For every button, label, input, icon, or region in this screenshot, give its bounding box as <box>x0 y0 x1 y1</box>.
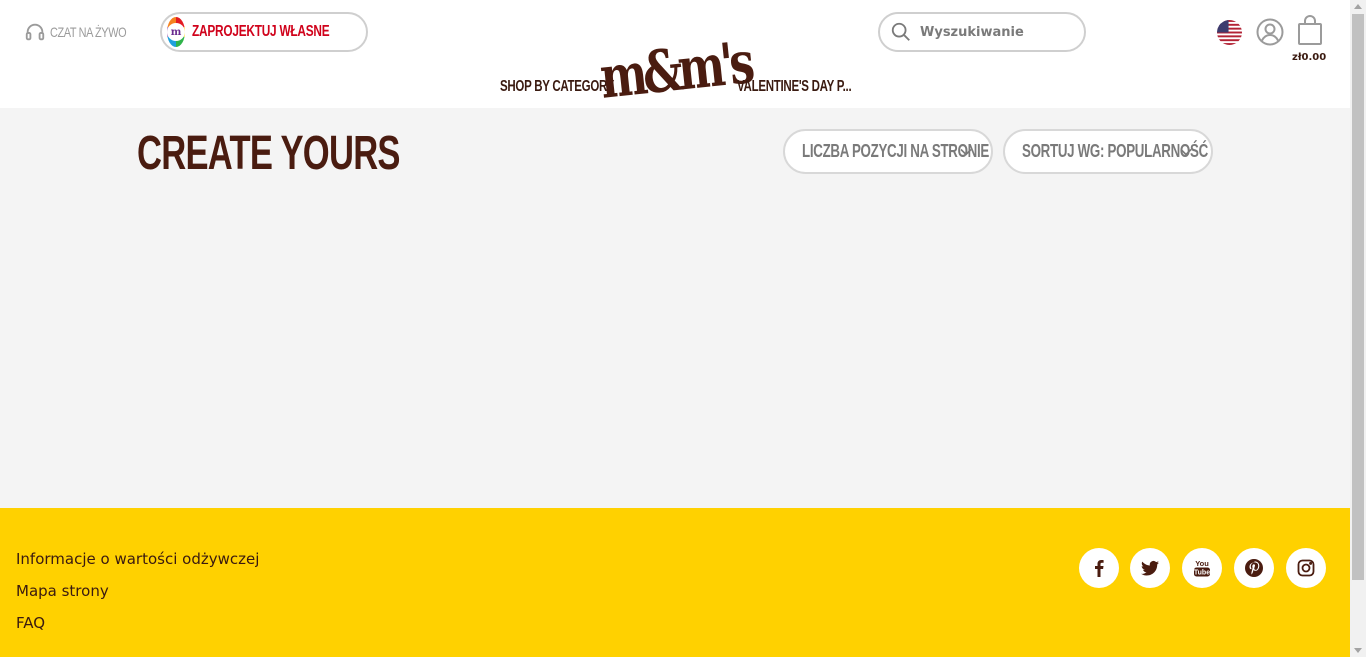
youtube-icon: You Tube <box>1194 559 1210 577</box>
main-content: CREATE YOURS LICZBA POZYCJI NA STRONIE S… <box>0 108 1350 508</box>
design-your-own-label: ZAPROJEKTUJ WŁASNE <box>192 23 330 40</box>
scroll-up-arrow-icon[interactable] <box>1354 4 1362 9</box>
youtube-button[interactable]: You Tube <box>1182 548 1222 588</box>
badge-letter: m <box>167 23 185 41</box>
instagram-button[interactable] <box>1286 548 1326 588</box>
search-input[interactable] <box>920 24 1070 40</box>
youtube-icon-text-tube: Tube <box>1194 570 1210 577</box>
live-chat-link[interactable]: CZAT NA ŻYWO <box>24 20 148 44</box>
site-header: CZAT NA ŻYWO m ZAPROJEKTUJ WŁASNE SHOP B… <box>0 0 1350 108</box>
facebook-icon <box>1095 560 1104 577</box>
sort-dropdown[interactable]: SORTUJ WG: POPULARNOŚĆ <box>1003 129 1213 174</box>
search-icon <box>891 22 910 41</box>
logo-wordmark: m&m's <box>597 30 754 100</box>
scrollbar-thumb[interactable] <box>1352 14 1364 580</box>
footer-link-faq[interactable]: FAQ <box>16 614 45 632</box>
chevron-down-icon <box>960 148 972 156</box>
account-icon[interactable] <box>1256 18 1284 46</box>
youtube-icon-text-you: You <box>1195 559 1209 568</box>
scroll-down-arrow-icon[interactable] <box>1354 648 1362 653</box>
mms-logo[interactable]: m&m's <box>596 30 754 100</box>
page-scrollbar[interactable] <box>1350 0 1366 657</box>
cart-total[interactable]: zł0.00 <box>1292 52 1326 63</box>
search-box[interactable] <box>878 12 1086 52</box>
us-flag-icon[interactable] <box>1217 20 1242 45</box>
twitter-button[interactable] <box>1130 548 1170 588</box>
mms-badge-icon: m <box>167 17 185 47</box>
live-chat-label: CZAT NA ŻYWO <box>50 24 127 40</box>
facebook-button[interactable] <box>1079 548 1119 588</box>
footer-link-nutrition[interactable]: Informacje o wartości odżywczej <box>16 550 259 568</box>
headset-icon <box>25 23 45 41</box>
design-your-own-button[interactable]: m ZAPROJEKTUJ WŁASNE <box>160 12 368 52</box>
pinterest-button[interactable] <box>1234 548 1274 588</box>
site-footer: Informacje o wartości odżywczej Mapa str… <box>0 508 1350 657</box>
pinterest-icon <box>1245 559 1263 577</box>
shopping-bag-icon[interactable] <box>1296 14 1324 46</box>
chevron-down-icon <box>1180 148 1192 156</box>
twitter-icon <box>1141 560 1159 576</box>
page-title: CREATE YOURS <box>137 127 400 180</box>
items-per-page-dropdown[interactable]: LICZBA POZYCJI NA STRONIE <box>783 129 993 174</box>
nav-valentines-day[interactable]: VALENTINE'S DAY P... <box>737 78 852 96</box>
instagram-icon <box>1297 559 1315 577</box>
footer-link-sitemap[interactable]: Mapa strony <box>16 582 109 600</box>
